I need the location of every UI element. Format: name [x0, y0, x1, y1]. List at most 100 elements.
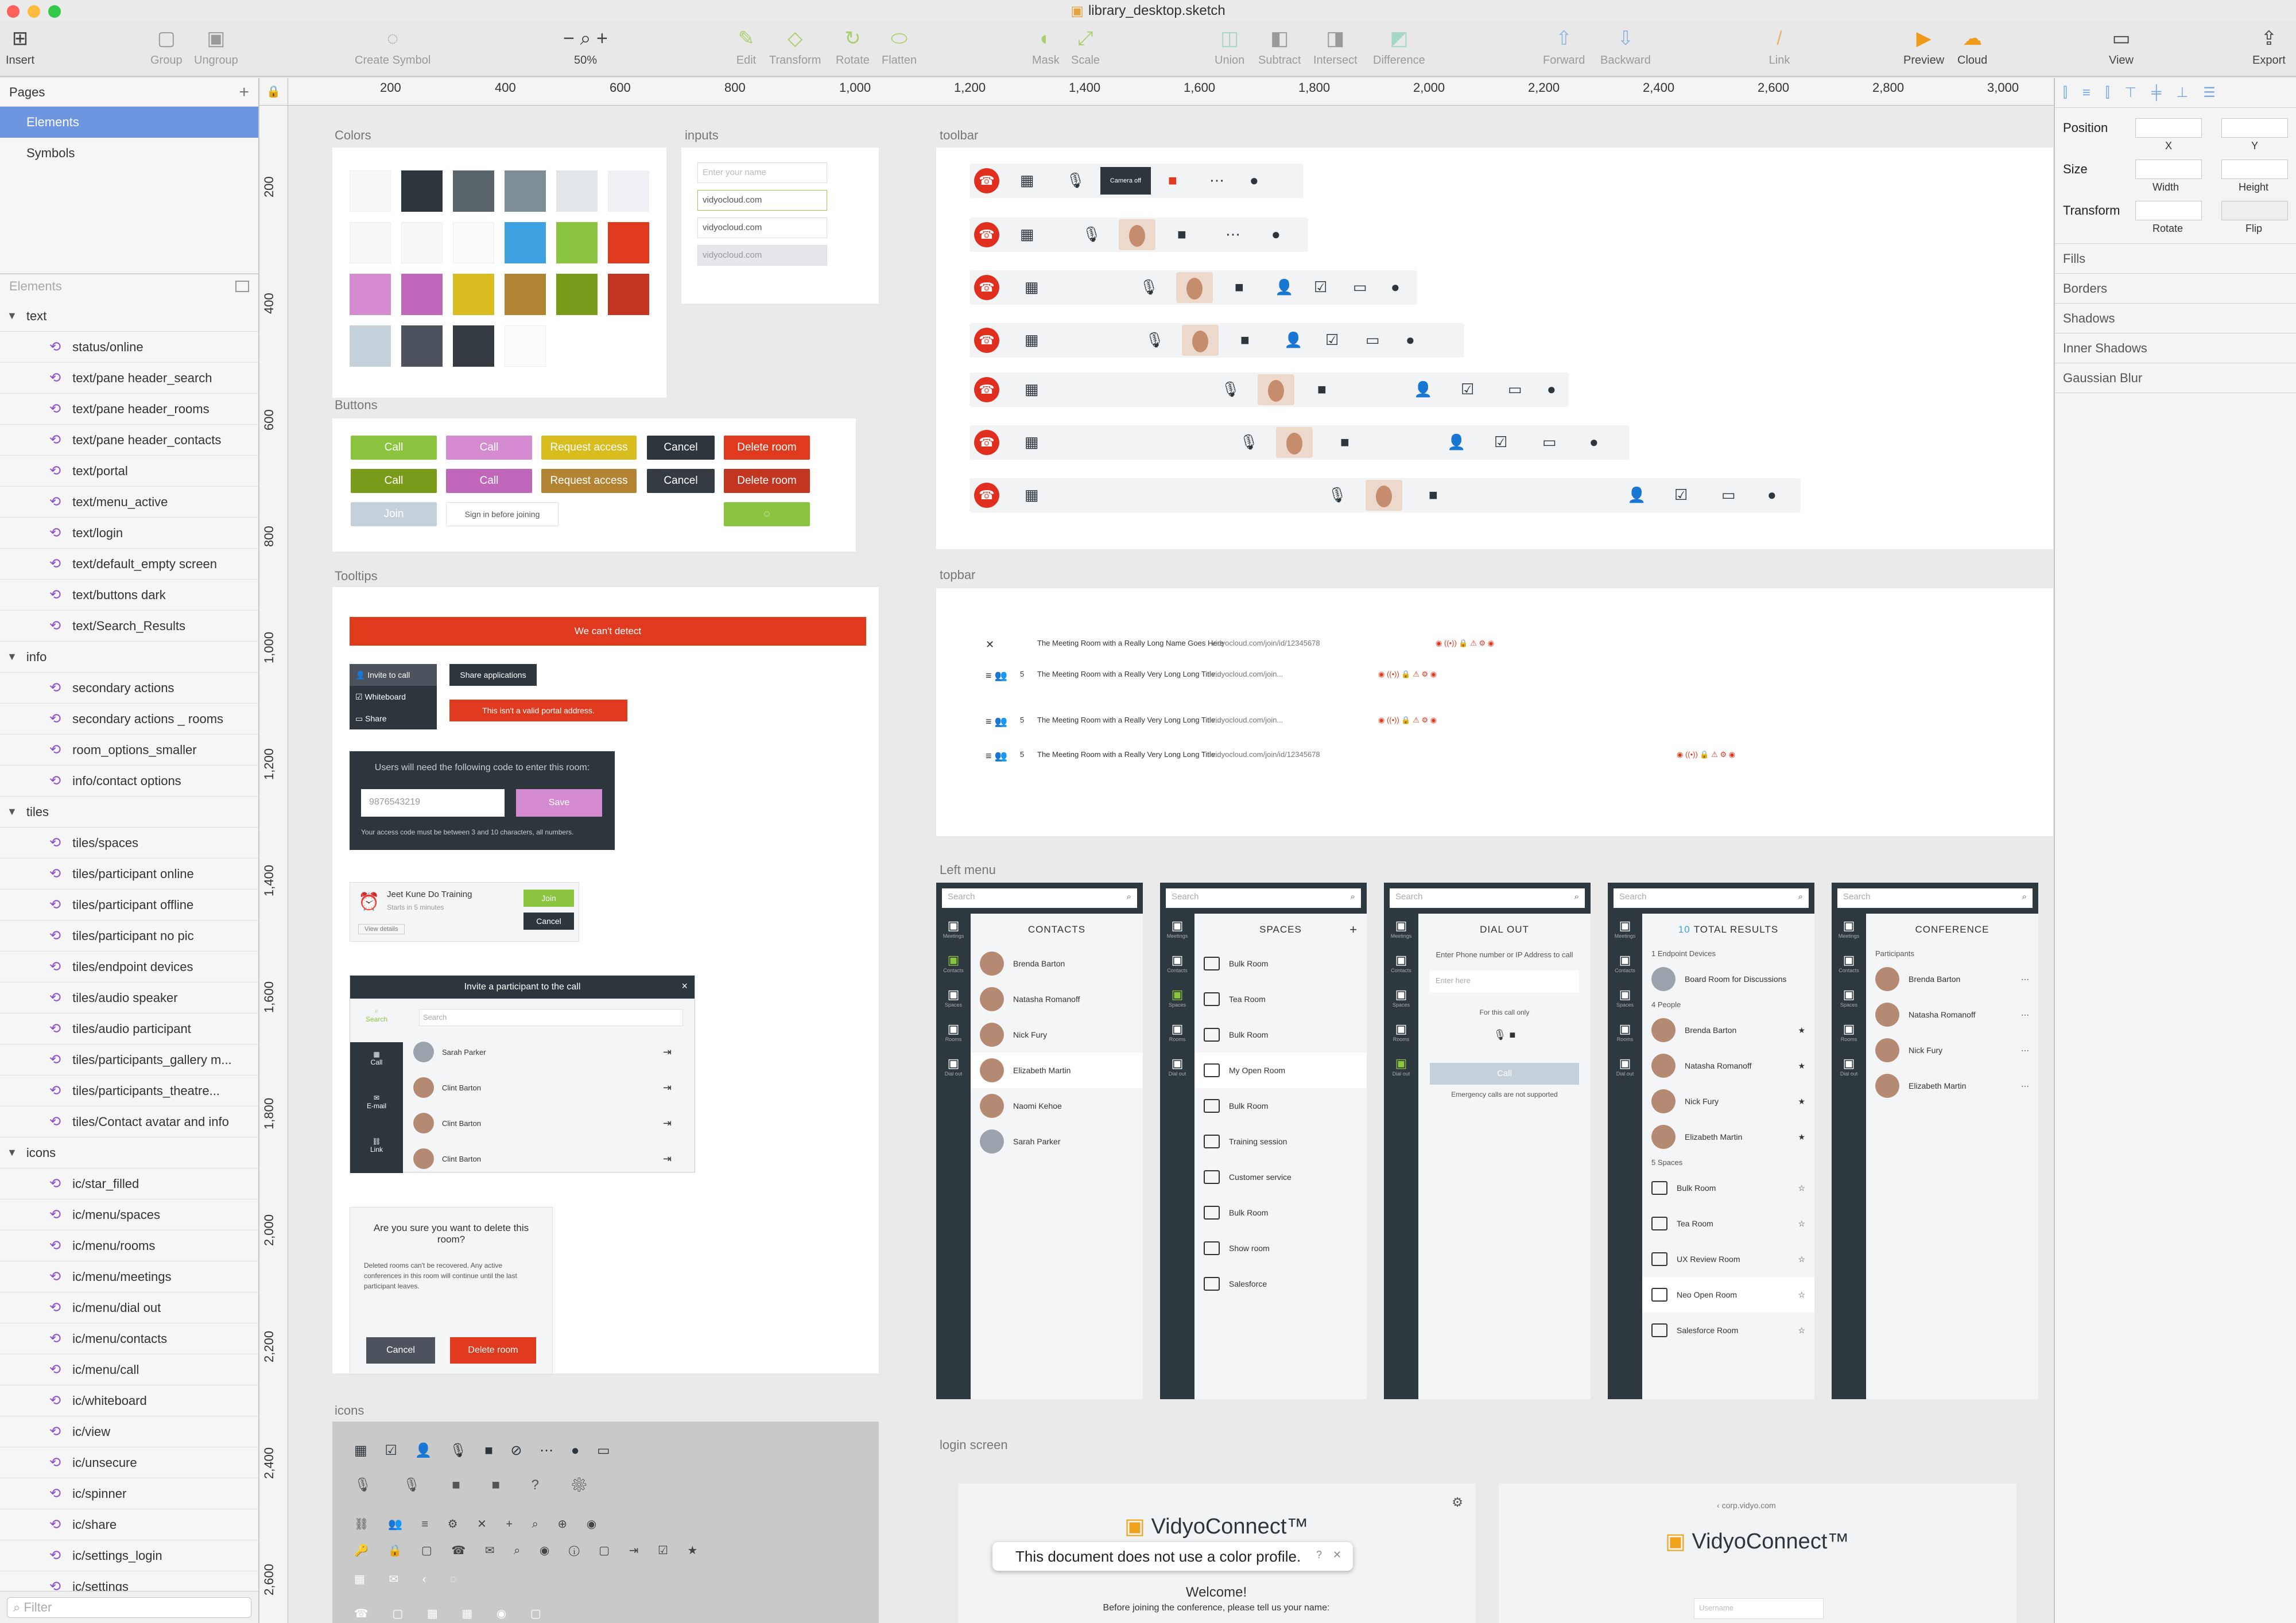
layout-icon[interactable]: ▦ — [1025, 278, 1039, 296]
portal-input-focused[interactable]: vidyocloud.com — [697, 190, 827, 211]
invite-icon[interactable]: ⇥ — [663, 1117, 672, 1129]
add-person-icon[interactable]: 👤 — [1627, 486, 1646, 504]
layer-item[interactable]: ⟲ ic/menu/call — [0, 1354, 258, 1385]
star-icon[interactable]: ★ — [1798, 1026, 1805, 1035]
artboard-buttons[interactable]: Call Call Request access Cancel Delete r… — [332, 418, 856, 552]
hangup-button[interactable]: ☎ — [974, 275, 999, 300]
artboard-toolbar[interactable]: ☎ ▦ 🎙 Camera off ■ ⋯ ● ☎ ▦ 🎙 ■ ⋯ ● ☎ ▦ 🎙… — [936, 147, 2053, 549]
contact-row[interactable]: Elizabeth Martin — [971, 1053, 1143, 1088]
layer-item[interactable]: ⟲ text/Search_Results — [0, 611, 258, 642]
result-person-row[interactable]: Elizabeth Martin ★ — [1642, 1119, 1814, 1155]
align-right-icon[interactable]: ⫿ — [2105, 85, 2110, 101]
room-link[interactable]: vidyocloud.com/join... — [1212, 716, 1283, 724]
layout-icon[interactable]: ▦ — [1025, 331, 1039, 349]
backward-button[interactable]: ⇩ Backward — [1600, 28, 1651, 67]
page-symbols[interactable]: Symbols — [0, 138, 258, 169]
chat-icon[interactable]: ● — [1391, 278, 1400, 296]
add-person-icon[interactable]: 👤 — [1275, 278, 1293, 296]
layer-item[interactable]: ⟲ ic/menu/contacts — [0, 1323, 258, 1354]
artboard-icons[interactable]: ▦ ☑ 👤 🎙 ■ ⊘ ⋯ ● ▭ 🎙 🎙 ■ ■ ? ⚙ ⛓ 👥 ≡ ⚙ ✕ … — [332, 1422, 879, 1623]
mic-icon[interactable]: 🎙 — [1221, 380, 1240, 398]
chat-icon[interactable]: ● — [1406, 331, 1415, 349]
artboard-topbar[interactable]: ✕ The Meeting Room with a Really Long Nam… — [936, 588, 2053, 836]
color-swatch[interactable] — [608, 274, 649, 315]
section-fills[interactable]: Fills — [2055, 244, 2296, 274]
layer-item[interactable]: ⟲ tiles/audio speaker — [0, 983, 258, 1014]
contact-row[interactable]: Sarah Parker — [971, 1124, 1143, 1159]
view-details-button[interactable]: View details — [358, 924, 405, 934]
menu-icon[interactable]: ≡ 👥 — [986, 716, 1007, 728]
result-person-row[interactable]: Nick Fury ★ — [1642, 1084, 1814, 1119]
space-row[interactable]: Customer service — [1194, 1159, 1367, 1195]
mic-icon[interactable]: 🎙 — [1066, 172, 1085, 189]
close-icon[interactable]: ✕ — [986, 639, 994, 651]
color-swatch[interactable] — [401, 222, 443, 263]
room-link[interactable]: vidyocloud.com/join/id/12345678 — [1212, 639, 1320, 647]
rail-item-spaces[interactable]: ▣ Spaces — [1832, 983, 1866, 1017]
filter-input[interactable]: ⌕ Filter — [7, 1597, 251, 1618]
create-symbol-button[interactable]: ◌ Create Symbol — [355, 28, 430, 67]
section-shadows[interactable]: Shadows — [2055, 304, 2296, 333]
menu-icon[interactable]: ≡ 👥 — [986, 670, 1007, 682]
mask-button[interactable]: ◐ Mask — [1032, 28, 1060, 67]
share-item[interactable]: ▭ Share — [350, 708, 437, 729]
hangup-button[interactable]: ☎ — [974, 168, 999, 193]
zoom-control[interactable]: − ⌕ +50% — [551, 28, 620, 67]
zoom-in-button[interactable]: + — [596, 28, 608, 49]
layer-item[interactable]: ⟲ text/pane header_search — [0, 363, 258, 394]
layer-item[interactable]: ⟲ ic/share — [0, 1509, 258, 1540]
delete-dialog-confirm-button[interactable]: Delete room — [450, 1337, 536, 1364]
intersect-button[interactable]: ◨ Intersect — [1313, 28, 1358, 67]
layer-item[interactable]: ⟲ tiles/endpoint devices — [0, 952, 258, 983]
cancel-button[interactable]: Cancel — [647, 436, 715, 460]
room-link[interactable]: vidyocloud.com/join/id/12345678 — [1212, 750, 1320, 759]
layer-item[interactable]: ⟲ ic/view — [0, 1416, 258, 1447]
star-icon[interactable]: ☆ — [1798, 1183, 1805, 1193]
result-space-row[interactable]: Tea Room ☆ — [1642, 1206, 1814, 1241]
hangup-button[interactable]: ☎ — [974, 430, 999, 455]
rail-item-rooms[interactable]: ▣ Rooms — [1160, 1017, 1194, 1051]
chat-icon[interactable]: ● — [1547, 380, 1556, 398]
color-swatch[interactable] — [453, 274, 494, 315]
width-input[interactable] — [2135, 160, 2202, 179]
union-button[interactable]: ◫ Union — [1215, 28, 1244, 67]
dial-media-icons[interactable]: 🎙 ■ — [1418, 1029, 1591, 1041]
subtract-button[interactable]: ◧ Subtract — [1258, 28, 1301, 67]
edit-button[interactable]: ✎ Edit — [735, 28, 758, 67]
color-swatch[interactable] — [556, 170, 598, 212]
cancel-button-pressed[interactable]: Cancel — [647, 469, 715, 493]
whiteboard-item[interactable]: ☑ Whiteboard — [350, 686, 437, 708]
artboard-colors[interactable] — [332, 147, 666, 398]
more-icon[interactable]: ⋯ — [1209, 172, 1224, 189]
tab-call[interactable]: ▦ Call — [350, 1042, 403, 1086]
dial-call-button[interactable]: Call — [1430, 1063, 1579, 1085]
close-window-button[interactable] — [7, 5, 20, 18]
layer-item[interactable]: ⟲ text/default_empty screen — [0, 549, 258, 580]
space-row[interactable]: Bulk Room — [1194, 946, 1367, 981]
rail-item-spaces[interactable]: ▣ Spaces — [1608, 983, 1642, 1017]
rail-item-spaces[interactable]: ▣ Spaces — [1160, 983, 1194, 1017]
invite-person-row[interactable]: Sarah Parker ⇥ — [413, 1038, 683, 1066]
mic-icon[interactable]: 🎙 — [1239, 433, 1258, 451]
search-input[interactable]: Search ⌕ — [1166, 888, 1361, 908]
delete-room-button[interactable]: Delete room — [724, 436, 810, 460]
whiteboard-icon[interactable]: ☑ — [1674, 486, 1688, 504]
layer-group-tiles[interactable]: ▼ tiles — [0, 797, 258, 828]
flip-control[interactable] — [2221, 201, 2288, 220]
rail-item-rooms[interactable]: ▣ Rooms — [936, 1017, 971, 1051]
link-button[interactable]: / Link — [1768, 28, 1791, 67]
whiteboard-icon[interactable]: ☑ — [1494, 433, 1507, 451]
chat-icon[interactable]: ● — [1271, 226, 1281, 243]
layer-item[interactable]: ⟲ text/pane header_rooms — [0, 394, 258, 425]
star-icon[interactable]: ★ — [1798, 1061, 1805, 1071]
layer-item[interactable]: ⟲ secondary actions _ rooms — [0, 704, 258, 735]
color-swatch[interactable] — [350, 325, 391, 367]
chat-icon[interactable]: ● — [1589, 433, 1599, 451]
space-row[interactable]: Tea Room — [1194, 981, 1367, 1017]
result-person-row[interactable]: Brenda Barton ★ — [1642, 1012, 1814, 1048]
page-elements[interactable]: Elements — [0, 107, 258, 138]
rail-item-dial-out[interactable]: ▣ Dial out — [1384, 1051, 1418, 1086]
more-options-icon[interactable]: ⋯ — [2021, 1010, 2029, 1020]
layer-item[interactable]: ⟲ ic/menu/rooms — [0, 1230, 258, 1261]
x-input[interactable] — [2135, 118, 2202, 138]
